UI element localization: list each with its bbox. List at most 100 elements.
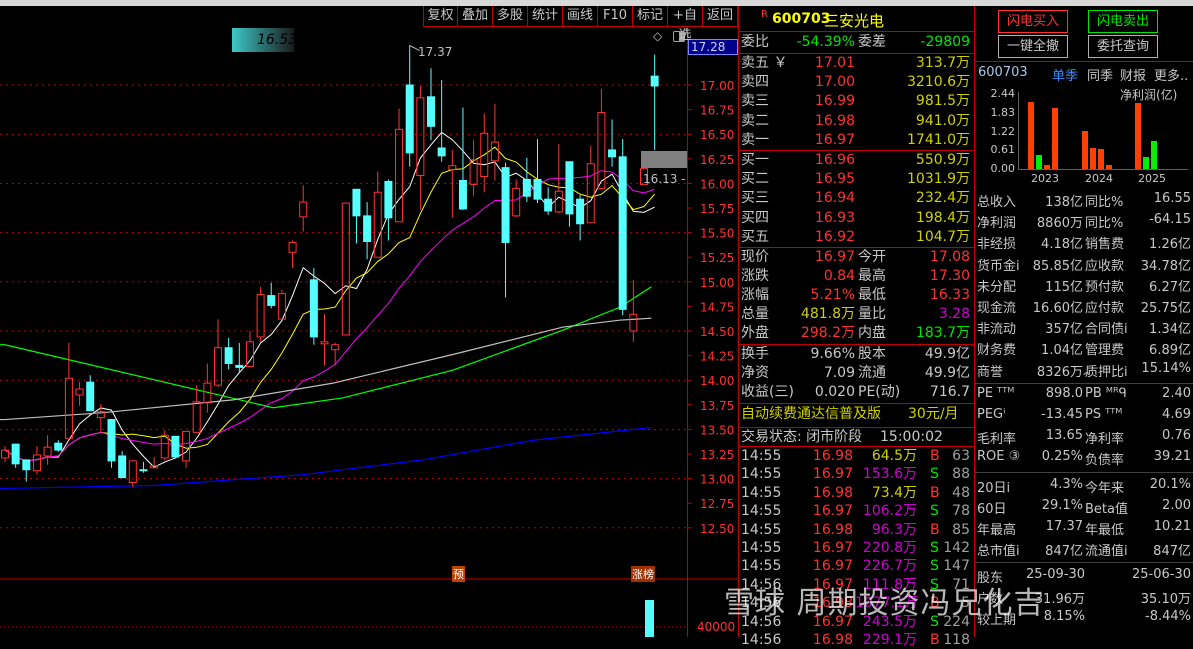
order-query-button[interactable]: 委托查询: [1088, 35, 1158, 58]
toolbar-button[interactable]: 统计: [527, 6, 562, 27]
side-divider: [975, 61, 1193, 62]
buy-level-price[interactable]: 16.93: [800, 209, 855, 227]
fin-value: 6.27亿: [1149, 279, 1191, 295]
forecast-badge[interactable]: 预: [452, 566, 465, 582]
cancel-all-button[interactable]: 一键全撤: [998, 35, 1068, 58]
ad-link[interactable]: 自动续费通达信普及版: [741, 405, 881, 423]
stat-label: 最高: [858, 268, 886, 284]
watermark: 雪球 周期投资冯兄化吉: [724, 586, 1045, 621]
toolbar-button[interactable]: 复权: [423, 6, 457, 27]
fin-label: 20日i: [977, 481, 1011, 496]
fin-tab[interactable]: 同季: [1087, 65, 1113, 84]
fin-label: 未分配: [977, 279, 1017, 295]
stat-label: PE(动): [858, 384, 901, 400]
candle-down: [363, 215, 372, 242]
price-axis-label: 17.00: [700, 79, 734, 93]
flash-buy-button[interactable]: 闪电买入: [998, 10, 1068, 33]
price-axis-label: 15.00: [700, 276, 734, 290]
price-axis-label: 14.25: [700, 350, 734, 364]
candle-down: [11, 443, 20, 465]
tick-volume: 64.5万: [871, 448, 917, 464]
weibi-label: 委比: [741, 34, 769, 50]
fin-label: 应收款: [1085, 258, 1125, 274]
tick-count: 63: [952, 448, 970, 464]
toolbar-button[interactable]: 叠加: [457, 6, 492, 27]
candle-down: [405, 84, 414, 154]
candle-up: [214, 347, 222, 386]
stat-label: 涨跌: [741, 268, 769, 284]
stat-value: 0.84: [823, 268, 855, 284]
candle-up: [395, 128, 404, 223]
expand-icon[interactable]: ^: [1082, 370, 1091, 383]
fin-label: 销售费: [1085, 237, 1125, 253]
candle-up: [75, 388, 84, 396]
kline-chart[interactable]: 17.00 16.75 16.50 16.25 16.00 15.75 15.50 15.25…: [0, 27, 738, 637]
tick-price: 16.97: [812, 540, 853, 556]
fin-value: 357亿: [1045, 322, 1083, 338]
stock-code: 600703: [772, 11, 831, 27]
volume-bar: [645, 600, 654, 637]
weicha-label: 委差: [858, 34, 886, 50]
fin-label: 合同债i: [1085, 322, 1128, 338]
fin-value: 20.1%: [1149, 477, 1191, 492]
diamond-icon[interactable]: ◇: [653, 29, 662, 43]
sell-level-volume: 981.5万: [915, 93, 970, 110]
buy-level-volume: 550.9万: [915, 152, 970, 168]
tick-time: 14:55: [741, 540, 782, 556]
toolbar-button[interactable]: 多股: [492, 6, 527, 27]
tick-volume: 153.6万: [862, 466, 917, 483]
stat-label: 现价: [741, 249, 769, 265]
flash-sell-button[interactable]: 闪电卖出: [1088, 10, 1158, 33]
side-divider: [975, 472, 1193, 473]
bar-y-label: 1.83: [990, 105, 1016, 119]
chart-title: 净利润(亿): [1120, 88, 1178, 102]
fin-label: 现金流: [977, 301, 1017, 316]
sell-level-price[interactable]: 16.97: [800, 131, 855, 149]
ad-price[interactable]: 30元/月: [908, 405, 959, 423]
tick-time: 14:55: [741, 484, 782, 501]
buy-level-price[interactable]: 16.96: [800, 151, 855, 169]
price-axis-label: 16.50: [700, 128, 734, 142]
toolbar-button[interactable]: 画线: [562, 6, 597, 27]
candle-down: [235, 364, 244, 368]
price-axis-label: 15.50: [700, 227, 734, 241]
price-axis-label: 15.25: [700, 251, 734, 265]
toolbar-button[interactable]: 返回: [702, 6, 737, 27]
sell-level-price[interactable]: 16.99: [800, 92, 855, 110]
row-divider: [738, 403, 975, 404]
fin-value: 847亿: [1045, 544, 1083, 559]
candle-down: [608, 149, 617, 158]
fin-label: 总收入: [977, 195, 1017, 210]
fin-value: 4.3%: [1049, 477, 1083, 492]
toolbar-button[interactable]: F10: [597, 6, 632, 27]
limit-up-badge[interactable]: 涨榜: [631, 566, 655, 582]
fin-value: 16.55: [1153, 191, 1191, 206]
toolbar-button[interactable]: +自选: [667, 6, 702, 43]
fin-value: 15.14%: [1141, 360, 1191, 376]
sell-level-price[interactable]: 16.98: [800, 112, 855, 130]
tick-side: B: [930, 448, 940, 464]
candle-down: [309, 279, 318, 338]
toolbar-button[interactable]: 标记: [632, 6, 667, 27]
fin-value: 17.37: [1045, 519, 1083, 534]
fin-label: PE ᵀᵀᴹ: [977, 386, 1015, 401]
profit-bar: [1082, 130, 1088, 169]
fin-tab[interactable]: 财报: [1120, 65, 1146, 84]
fin-tab[interactable]: 更多..: [1154, 65, 1188, 84]
stat-value: 5.21%: [810, 287, 855, 303]
sell-level-price[interactable]: 17.00: [800, 73, 855, 91]
high-price-marker: 17.37: [418, 45, 453, 59]
price-axis-label: 12.50: [700, 522, 734, 536]
buy-level-price[interactable]: 16.95: [800, 170, 855, 188]
profit-bar: [1143, 157, 1149, 169]
sell-level-volume: 1741.0万: [907, 131, 970, 148]
fin-value: 0.25%: [1041, 449, 1083, 464]
buy-level-price[interactable]: 16.94: [800, 189, 855, 207]
sell-level-price[interactable]: 17.01: [800, 54, 855, 72]
sell-level-volume: 313.7万: [915, 55, 970, 71]
fin-tab[interactable]: 单季: [1052, 65, 1078, 84]
buy-level-volume: 104.7万: [915, 228, 970, 245]
candle-down: [522, 178, 531, 197]
tick-volume: 106.2万: [862, 503, 917, 520]
buy-level-price[interactable]: 16.92: [800, 228, 855, 246]
